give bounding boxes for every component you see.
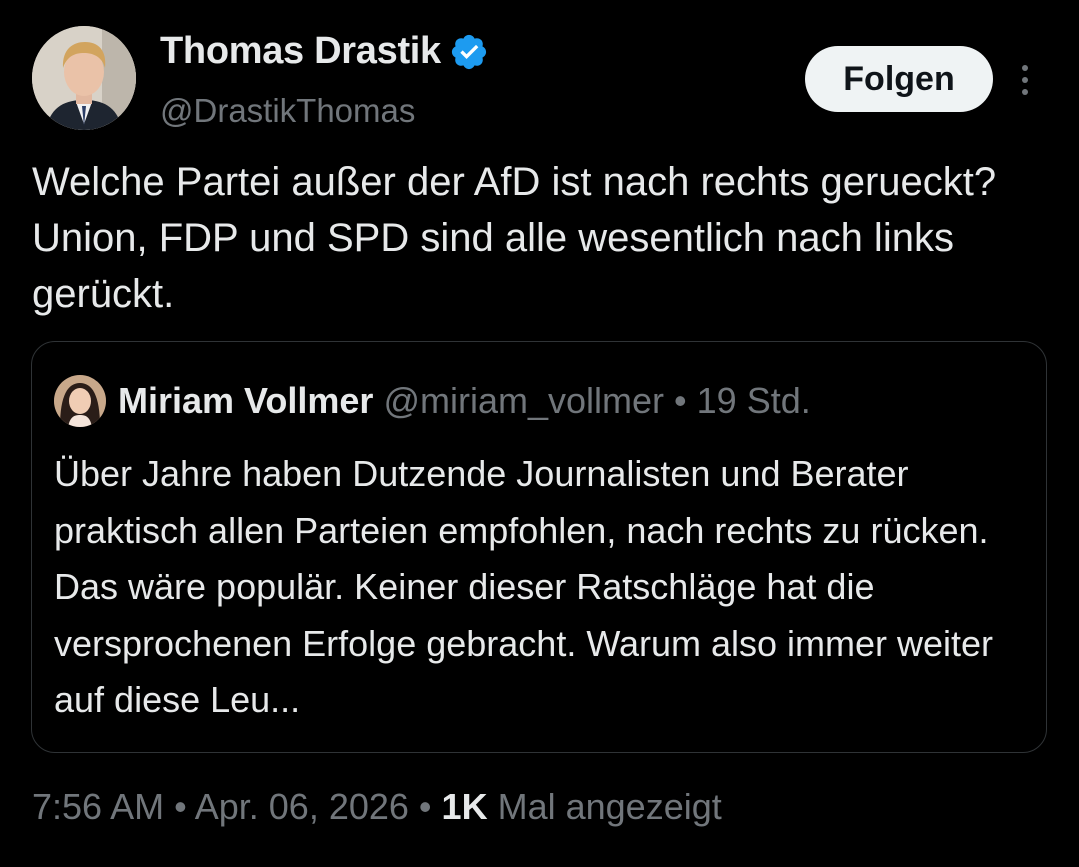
verified-badge-icon [451, 34, 486, 69]
author-avatar[interactable] [32, 26, 136, 130]
views-label: Mal angezeigt [497, 786, 722, 827]
quoted-author-name[interactable]: Miriam Vollmer [118, 380, 373, 421]
header-separator: • [674, 380, 687, 421]
tweet-time[interactable]: 7:56 AM [32, 786, 164, 827]
tweet-text: Welche Partei außer der AfD ist nach rec… [32, 160, 997, 316]
quoted-avatar-photo [54, 375, 106, 427]
quoted-timestamp[interactable]: 19 Std. [697, 380, 811, 421]
more-options-icon[interactable] [1013, 62, 1037, 98]
tweet-date[interactable]: Apr. 06, 2026 [195, 786, 409, 827]
author-name-row: Thomas Drastik [160, 30, 489, 73]
quoted-text: Über Jahre haben Dutzende Journalisten u… [54, 453, 994, 720]
author-name[interactable]: Thomas Drastik [160, 30, 441, 73]
quoted-author-handle[interactable]: @miriam_vollmer [383, 380, 664, 421]
quoted-author-avatar[interactable] [54, 375, 106, 427]
footer-separator: • [418, 786, 432, 827]
author-handle[interactable]: @DrastikThomas [160, 92, 415, 130]
quoted-header: Miriam Vollmer @miriam_vollmer • 19 Std. [118, 380, 811, 422]
avatar-photo [32, 26, 136, 130]
follow-button[interactable]: Folgen [805, 46, 993, 112]
quoted-tweet[interactable]: Miriam Vollmer @miriam_vollmer • 19 Std.… [31, 341, 1047, 753]
views-count[interactable]: 1K [442, 786, 488, 827]
tweet-footer: 7:56 AM • Apr. 06, 2026 • 1K Mal angezei… [32, 786, 722, 828]
footer-separator: • [174, 786, 187, 827]
